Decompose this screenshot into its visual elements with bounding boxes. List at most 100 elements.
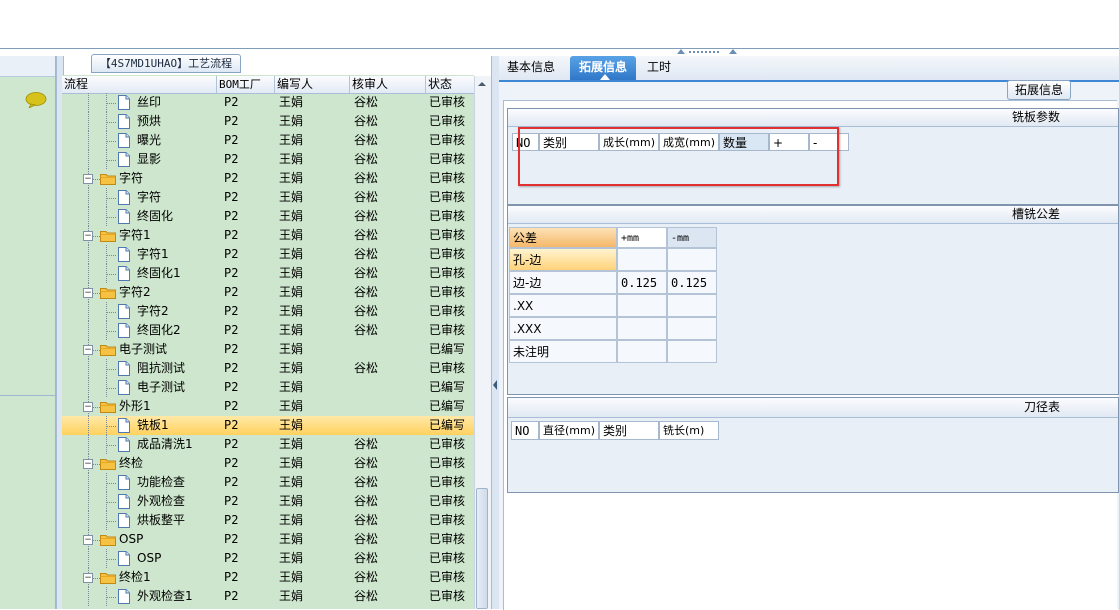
tolerance-minus-cell[interactable]	[667, 340, 717, 363]
tool-col-length[interactable]: 铣长(m)	[659, 421, 719, 440]
tolerance-col-plus[interactable]: +mm	[617, 227, 667, 248]
tolerance-minus-cell[interactable]	[667, 248, 717, 271]
row-reviewer: 谷松	[354, 475, 379, 489]
tree-row[interactable]: 字符2 P2 王娟 谷松 已审核	[62, 302, 474, 321]
tolerance-plus-cell[interactable]	[617, 317, 667, 340]
row-bom: P2	[224, 95, 239, 109]
folder-icon	[100, 345, 116, 356]
tolerance-row-label[interactable]: 孔-边	[509, 248, 617, 271]
tree-row[interactable]: 阻抗测试 P2 王娟 谷松 已审核	[62, 359, 474, 378]
tree-row[interactable]: 外观检查1 P2 王娟 谷松 已审核	[62, 587, 474, 606]
collapse-toggle-icon[interactable]: −	[83, 573, 93, 583]
document-icon	[118, 380, 130, 395]
tree-line	[106, 388, 116, 389]
row-bom: P2	[224, 570, 239, 584]
chat-bubble-icon[interactable]	[25, 92, 47, 108]
row-reviewer: 谷松	[354, 285, 379, 299]
tree-row[interactable]: − 字符1 P2 王娟 谷松 已审核	[62, 226, 474, 245]
collapse-toggle-icon[interactable]: −	[83, 402, 93, 412]
tolerance-row-label[interactable]: .XX	[509, 294, 617, 317]
tool-col-category[interactable]: 类别	[599, 421, 659, 440]
tree-line	[106, 103, 116, 104]
tolerance-row-label[interactable]: 未注明	[509, 340, 617, 363]
row-name: 预烘	[137, 114, 162, 128]
tree-line	[88, 587, 89, 606]
tool-table-title-bar: 刀径表	[508, 398, 1118, 418]
row-author: 王娟	[279, 361, 304, 375]
tree-row[interactable]: OSP P2 王娟 谷松 已审核	[62, 549, 474, 568]
tolerance-minus-cell[interactable]	[667, 294, 717, 317]
col-header-author[interactable]: 编写人	[275, 76, 350, 93]
tree-row[interactable]: − 字符 P2 王娟 谷松 已审核	[62, 169, 474, 188]
tolerance-col-minus[interactable]: -mm	[667, 227, 717, 248]
tolerance-plus-cell[interactable]	[617, 248, 667, 271]
tolerance-row-label[interactable]: .XXX	[509, 317, 617, 340]
collapse-toggle-icon[interactable]: −	[83, 231, 93, 241]
left-side-panel	[0, 56, 56, 609]
row-author: 王娟	[279, 304, 304, 318]
row-name: 外形1	[119, 399, 151, 413]
collapse-toggle-icon[interactable]: −	[83, 459, 93, 469]
tolerance-plus-cell[interactable]	[617, 340, 667, 363]
tree-row[interactable]: − 字符2 P2 王娟 谷松 已审核	[62, 283, 474, 302]
collapse-handle-icon[interactable]	[677, 48, 737, 54]
tree-row[interactable]: 预烘 P2 王娟 谷松 已审核	[62, 112, 474, 131]
row-bom: P2	[224, 266, 239, 280]
col-header-process[interactable]: 流程	[62, 76, 217, 93]
row-author: 王娟	[279, 133, 304, 147]
tree-row[interactable]: − 电子测试 P2 王娟 已编写	[62, 340, 474, 359]
extended-info-button[interactable]: 拓展信息	[1007, 80, 1071, 100]
tree-row[interactable]: 终固化 P2 王娟 谷松 已审核	[62, 207, 474, 226]
row-reviewer: 谷松	[354, 532, 379, 546]
scrollbar-thumb[interactable]	[476, 488, 488, 609]
row-name: 终固化	[137, 209, 174, 223]
tree-row[interactable]: 烘板整平 P2 王娟 谷松 已审核	[62, 511, 474, 530]
collapse-toggle-icon[interactable]: −	[83, 535, 93, 545]
row-status: 已审核	[429, 494, 466, 508]
tree-row[interactable]: 丝印 P2 王娟 谷松 已审核	[62, 93, 474, 112]
tool-col-no[interactable]: NO	[511, 421, 539, 440]
tolerance-row-label[interactable]: 边-边	[509, 271, 617, 294]
col-header-bom[interactable]: BOM工厂	[217, 76, 275, 93]
tree-row[interactable]: 显影 P2 王娟 谷松 已审核	[62, 150, 474, 169]
tree-row[interactable]: 外观检查 P2 王娟 谷松 已审核	[62, 492, 474, 511]
tolerance-plus-cell[interactable]	[617, 294, 667, 317]
row-bom: P2	[224, 399, 239, 413]
tree-row[interactable]: 终固化1 P2 王娟 谷松 已审核	[62, 264, 474, 283]
tolerance-minus-cell[interactable]: 0.125	[667, 271, 717, 294]
row-author: 王娟	[279, 589, 304, 603]
tree-row[interactable]: − OSP P2 王娟 谷松 已审核	[62, 530, 474, 549]
collapse-toggle-icon[interactable]: −	[83, 288, 93, 298]
row-status: 已编写	[429, 418, 466, 432]
tree-row[interactable]: − 终检1 P2 王娟 谷松 已审核	[62, 568, 474, 587]
tolerance-col-label[interactable]: 公差	[509, 227, 617, 248]
col-header-status[interactable]: 状态	[426, 76, 474, 93]
scroll-up-arrow-icon[interactable]	[474, 76, 490, 92]
tree-line	[88, 378, 89, 397]
tree-row[interactable]: 铣板1 P2 王娟 已编写	[62, 416, 474, 435]
collapse-toggle-icon[interactable]: −	[83, 174, 93, 184]
tree-row[interactable]: 功能检查 P2 王娟 谷松 已审核	[62, 473, 474, 492]
tolerance-minus-cell[interactable]	[667, 317, 717, 340]
tree-row[interactable]: 电子测试 P2 王娟 已编写	[62, 378, 474, 397]
tree-row[interactable]: 曝光 P2 王娟 谷松 已审核	[62, 131, 474, 150]
row-reviewer: 谷松	[354, 437, 379, 451]
tree-row[interactable]: − 终检 P2 王娟 谷松 已审核	[62, 454, 474, 473]
col-header-reviewer[interactable]: 核审人	[350, 76, 426, 93]
row-reviewer: 谷松	[354, 171, 379, 185]
row-reviewer: 谷松	[354, 247, 379, 261]
tree-row[interactable]: 成品清洗1 P2 王娟 谷松 已审核	[62, 435, 474, 454]
tree-row[interactable]: 字符1 P2 王娟 谷松 已审核	[62, 245, 474, 264]
collapse-left-arrow-icon[interactable]	[493, 380, 497, 390]
document-icon	[118, 551, 130, 566]
tree-row[interactable]: 终固化2 P2 王娟 谷松 已审核	[62, 321, 474, 340]
row-author: 王娟	[279, 513, 304, 527]
tree-grid-header: 流程 BOM工厂 编写人 核审人 状态	[62, 76, 474, 94]
tool-col-diameter[interactable]: 直径(mm)	[539, 421, 599, 440]
tree-row[interactable]: 字符 P2 王娟 谷松 已审核	[62, 188, 474, 207]
tab-work-hours[interactable]: 工时	[641, 56, 677, 80]
tolerance-plus-cell[interactable]: 0.125	[617, 271, 667, 294]
collapse-toggle-icon[interactable]: −	[83, 345, 93, 355]
tab-basic-info[interactable]: 基本信息	[501, 56, 561, 80]
tree-row[interactable]: − 外形1 P2 王娟 已编写	[62, 397, 474, 416]
